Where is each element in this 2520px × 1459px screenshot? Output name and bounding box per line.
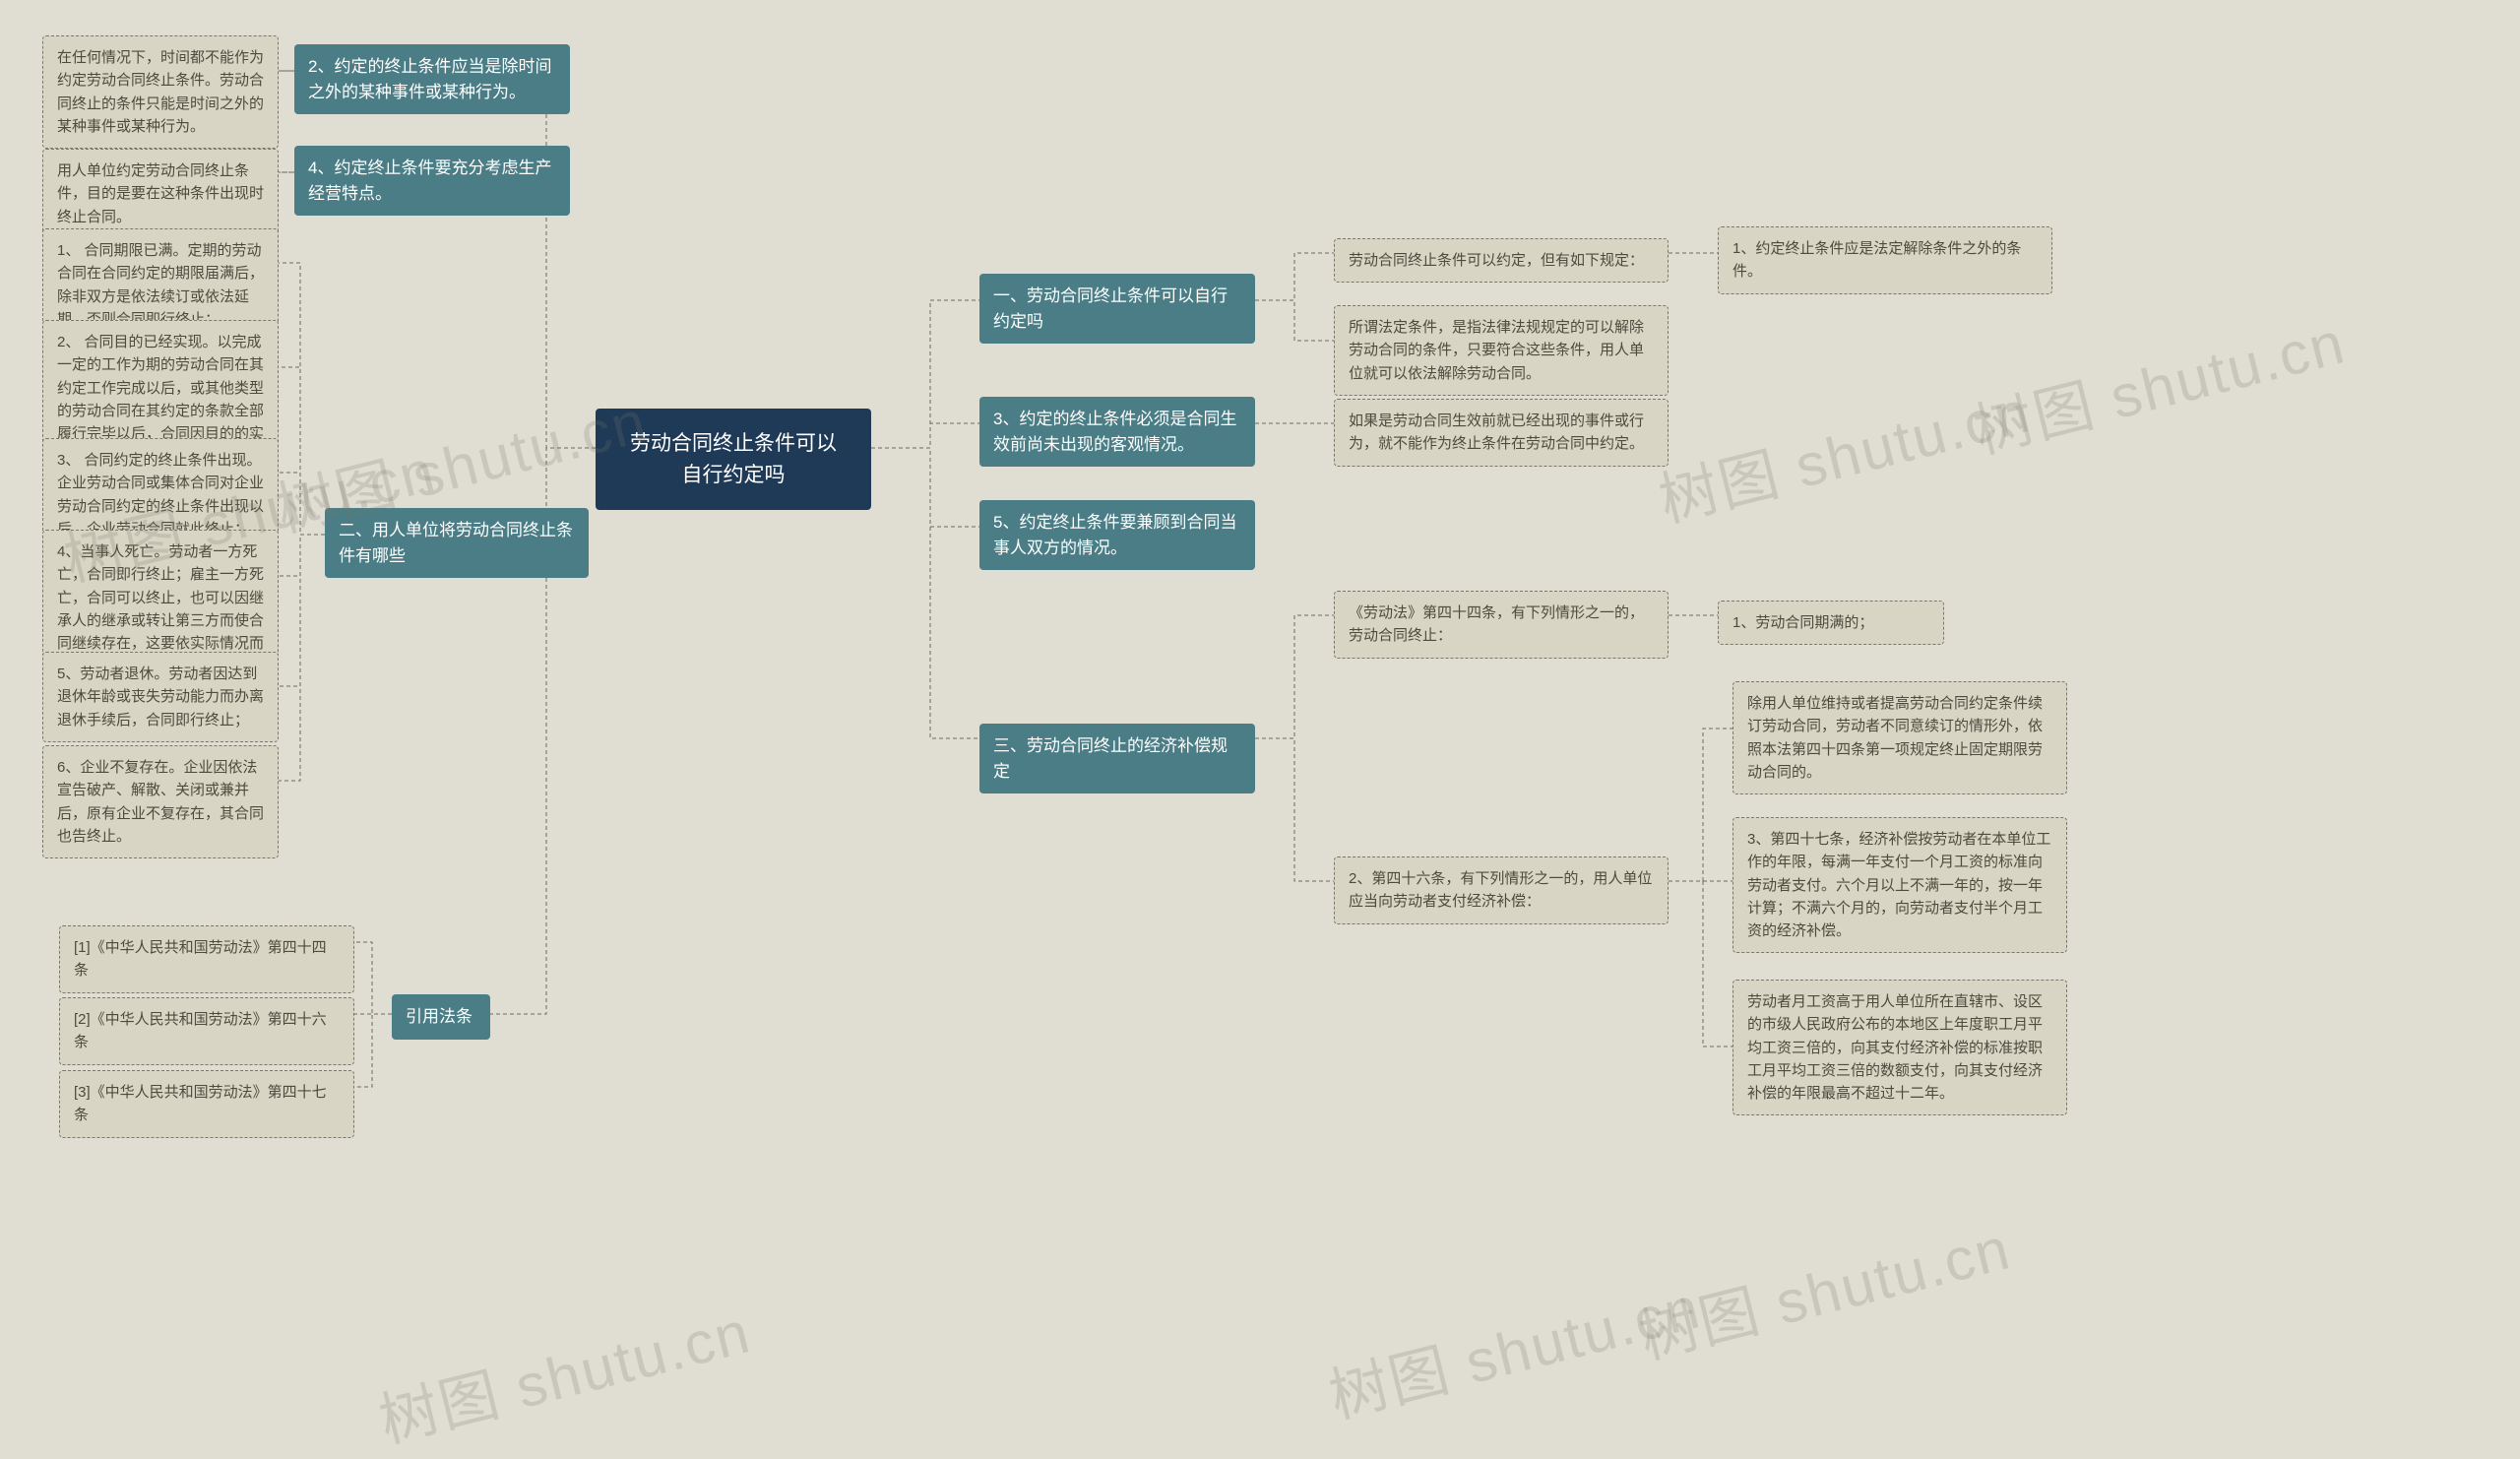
leaf-ref-3[interactable]: [3]《中华人民共和国劳动法》第四十七条 xyxy=(59,1070,354,1138)
branch-label: 4、约定终止条件要充分考虑生产经营特点。 xyxy=(308,159,551,203)
leaf-text: 1、约定终止条件应是法定解除条件之外的条件。 xyxy=(1732,240,2021,280)
branch-right-comp[interactable]: 三、劳动合同终止的经济补偿规定 xyxy=(979,724,1255,793)
leaf-text: 1、 合同期限已满。定期的劳动合同在合同约定的期限届满后，除非双方是依法续订或依… xyxy=(57,242,264,328)
leaf-l4-c1[interactable]: 用人单位约定劳动合同终止条件，目的是要在这种条件出现时终止合同。 xyxy=(42,149,279,239)
leaf-text: 3、 合同约定的终止条件出现。企业劳动合同或集体合同对企业劳动合同约定的终止条件… xyxy=(57,452,264,538)
mindmap-canvas: 劳动合同终止条件可以自行约定吗 2、约定的终止条件应当是除时间之外的某种事件或某… xyxy=(0,0,2520,1371)
branch-label: 一、劳动合同终止条件可以自行约定吗 xyxy=(993,286,1228,331)
branch-left-2[interactable]: 2、约定的终止条件应当是除时间之外的某种事件或某种行为。 xyxy=(294,44,570,114)
leaf-comp-c1-g1[interactable]: 1、劳动合同期满的； xyxy=(1718,601,1944,645)
branch-left-ref[interactable]: 引用法条 xyxy=(392,994,490,1040)
leaf-text: 《劳动法》第四十四条，有下列情形之一的，劳动合同终止： xyxy=(1349,604,1644,644)
branch-left-list[interactable]: 二、用人单位将劳动合同终止条件有哪些 xyxy=(325,508,589,578)
leaf-comp-c2-g2[interactable]: 3、第四十七条，经济补偿按劳动者在本单位工作的年限，每满一年支付一个月工资的标准… xyxy=(1732,817,2067,953)
leaf-l2-c1[interactable]: 在任何情况下，时间都不能作为约定劳动合同终止条件。劳动合同终止的条件只能是时间之… xyxy=(42,35,279,149)
leaf-list-5[interactable]: 5、劳动者退休。劳动者因达到退休年龄或丧失劳动能力而办离退休手续后，合同即行终止… xyxy=(42,652,279,742)
leaf-r1-c1[interactable]: 劳动合同终止条件可以约定，但有如下规定： xyxy=(1334,238,1669,283)
branch-right-5[interactable]: 5、约定终止条件要兼顾到合同当事人双方的情况。 xyxy=(979,500,1255,570)
branch-label: 二、用人单位将劳动合同终止条件有哪些 xyxy=(339,521,573,565)
leaf-r3-c1[interactable]: 如果是劳动合同生效前就已经出现的事件或行为，就不能作为终止条件在劳动合同中约定。 xyxy=(1334,399,1669,467)
leaf-text: 6、企业不复存在。企业因依法宣告破产、解散、关闭或兼并后，原有企业不复存在，其合… xyxy=(57,759,264,845)
branch-label: 2、约定的终止条件应当是除时间之外的某种事件或某种行为。 xyxy=(308,57,551,101)
leaf-comp-c2[interactable]: 2、第四十六条，有下列情形之一的，用人单位应当向劳动者支付经济补偿： xyxy=(1334,856,1669,924)
branch-left-4[interactable]: 4、约定终止条件要充分考虑生产经营特点。 xyxy=(294,146,570,216)
branch-label: 5、约定终止条件要兼顾到合同当事人双方的情况。 xyxy=(993,513,1236,557)
leaf-comp-c2-g3[interactable]: 劳动者月工资高于用人单位所在直辖市、设区的市级人民政府公布的本地区上年度职工月平… xyxy=(1732,980,2067,1115)
watermark: 树图 shutu.cn xyxy=(1319,1260,1708,1435)
leaf-text: [2]《中华人民共和国劳动法》第四十六条 xyxy=(74,1011,327,1050)
leaf-r1-c1-g1[interactable]: 1、约定终止条件应是法定解除条件之外的条件。 xyxy=(1718,226,2052,294)
watermark: 树图 shutu.cn xyxy=(1964,295,2353,471)
branch-right-3[interactable]: 3、约定的终止条件必须是合同生效前尚未出现的客观情况。 xyxy=(979,397,1255,467)
watermark: 树图 shutu.cn xyxy=(369,1285,758,1459)
leaf-text: 3、第四十七条，经济补偿按劳动者在本单位工作的年限，每满一年支付一个月工资的标准… xyxy=(1747,831,2050,939)
leaf-text: 所谓法定条件，是指法律法规规定的可以解除劳动合同的条件，只要符合这些条件，用人单… xyxy=(1349,319,1644,382)
watermark: 树图 shutu.cn xyxy=(1649,364,2038,539)
root-title: 劳动合同终止条件可以自行约定吗 xyxy=(630,432,837,486)
leaf-text: 在任何情况下，时间都不能作为约定劳动合同终止条件。劳动合同终止的条件只能是时间之… xyxy=(57,49,264,135)
leaf-text: 用人单位约定劳动合同终止条件，目的是要在这种条件出现时终止合同。 xyxy=(57,162,264,225)
branch-label: 引用法条 xyxy=(406,1007,472,1026)
leaf-text: 2、第四十六条，有下列情形之一的，用人单位应当向劳动者支付经济补偿： xyxy=(1349,870,1652,910)
leaf-list-6[interactable]: 6、企业不复存在。企业因依法宣告破产、解散、关闭或兼并后，原有企业不复存在，其合… xyxy=(42,745,279,858)
branch-label: 3、约定的终止条件必须是合同生效前尚未出现的客观情况。 xyxy=(993,410,1236,454)
leaf-comp-c1[interactable]: 《劳动法》第四十四条，有下列情形之一的，劳动合同终止： xyxy=(1334,591,1669,659)
leaf-r1-c2[interactable]: 所谓法定条件，是指法律法规规定的可以解除劳动合同的条件，只要符合这些条件，用人单… xyxy=(1334,305,1669,396)
leaf-text: 劳动者月工资高于用人单位所在直辖市、设区的市级人民政府公布的本地区上年度职工月平… xyxy=(1747,993,2043,1102)
root-node[interactable]: 劳动合同终止条件可以自行约定吗 xyxy=(596,409,871,510)
leaf-text: 1、劳动合同期满的； xyxy=(1732,614,1873,631)
leaf-text: 如果是劳动合同生效前就已经出现的事件或行为，就不能作为终止条件在劳动合同中约定。 xyxy=(1349,412,1644,452)
leaf-text: 5、劳动者退休。劳动者因达到退休年龄或丧失劳动能力而办离退休手续后，合同即行终止… xyxy=(57,666,264,729)
leaf-ref-2[interactable]: [2]《中华人民共和国劳动法》第四十六条 xyxy=(59,997,354,1065)
watermark: 树图 shutu.cn xyxy=(1629,1201,2018,1376)
leaf-comp-c2-g1[interactable]: 除用人单位维持或者提高劳动合同约定条件续订劳动合同，劳动者不同意续订的情形外，依… xyxy=(1732,681,2067,794)
leaf-text: [3]《中华人民共和国劳动法》第四十七条 xyxy=(74,1084,327,1123)
leaf-text: 除用人单位维持或者提高劳动合同约定条件续订劳动合同，劳动者不同意续订的情形外，依… xyxy=(1747,695,2043,781)
leaf-text: [1]《中华人民共和国劳动法》第四十四条 xyxy=(74,939,327,979)
leaf-text: 劳动合同终止条件可以约定，但有如下规定： xyxy=(1349,252,1644,269)
branch-right-1[interactable]: 一、劳动合同终止条件可以自行约定吗 xyxy=(979,274,1255,344)
branch-label: 三、劳动合同终止的经济补偿规定 xyxy=(993,736,1228,781)
leaf-ref-1[interactable]: [1]《中华人民共和国劳动法》第四十四条 xyxy=(59,925,354,993)
